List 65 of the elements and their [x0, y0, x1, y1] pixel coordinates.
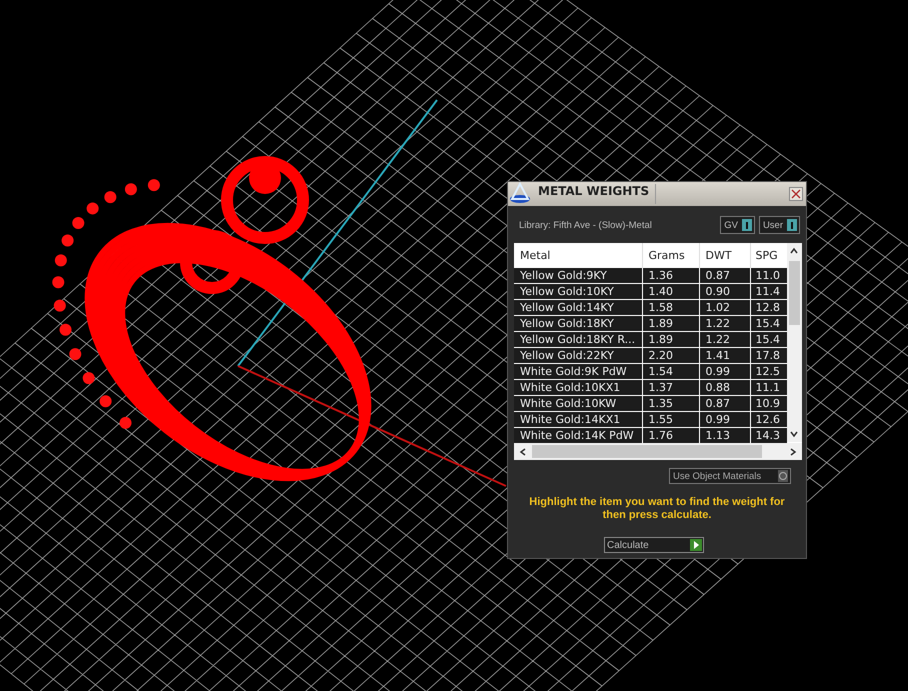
scroll-right-icon[interactable] — [788, 447, 798, 457]
table-cell: 0.99 — [699, 364, 750, 380]
table-cell: 1.41 — [699, 348, 750, 364]
table-cell: 1.37 — [642, 380, 699, 396]
table-cell: 1.36 — [642, 268, 699, 284]
table-cell: Yellow Gold:18KY — [514, 316, 642, 332]
table-cell: 12.6 — [750, 412, 787, 428]
table-cell: 1.35 — [642, 396, 699, 412]
column-header[interactable]: DWT — [699, 243, 750, 268]
table-cell: Yellow Gold:10KY — [514, 284, 642, 300]
table-cell: White Gold:10KX1 — [514, 380, 642, 396]
table-cell: 1.55 — [642, 412, 699, 428]
vertical-scrollbar[interactable] — [787, 243, 802, 442]
play-icon — [692, 541, 700, 549]
table-cell: 10.9 — [750, 396, 787, 412]
table-cell: 1.54 — [642, 364, 699, 380]
horizontal-scrollbar[interactable] — [514, 443, 802, 460]
table-cell: 12.8 — [750, 300, 787, 316]
table-cell: Yellow Gold:18KY R... — [514, 332, 642, 348]
close-button[interactable] — [789, 187, 803, 201]
table-cell: White Gold:14K PdW — [514, 428, 642, 444]
table-cell: 2.20 — [642, 348, 699, 364]
column-header[interactable]: Grams — [642, 243, 699, 268]
logo-icon — [508, 182, 532, 204]
toggle-button[interactable]: User — [758, 216, 800, 234]
scrollbar-thumb[interactable] — [532, 445, 762, 458]
table-cell: White Gold:10KW — [514, 396, 642, 412]
table-cell: 0.90 — [699, 284, 750, 300]
table-cell: 1.89 — [642, 316, 699, 332]
table-cell: 1.89 — [642, 332, 699, 348]
table-cell: Yellow Gold:22KY — [514, 348, 642, 364]
table-cell: Yellow Gold:14KY — [514, 300, 642, 316]
table-cell: 17.8 — [750, 348, 787, 364]
scrollbar-thumb[interactable] — [789, 261, 800, 325]
table-cell: 15.4 — [750, 332, 787, 348]
table-cell: 0.99 — [699, 412, 750, 428]
scroll-left-icon[interactable] — [518, 447, 528, 457]
window-title: METAL WEIGHTS — [534, 184, 656, 204]
calculate-button[interactable]: Calculate — [604, 537, 704, 553]
table-cell: White Gold:9K PdW — [514, 364, 642, 380]
scroll-down-icon[interactable] — [789, 429, 799, 439]
table-cell: 11.0 — [750, 268, 787, 284]
table-cell: 12.5 — [750, 364, 787, 380]
table-cell: 11.1 — [750, 380, 787, 396]
table-cell: 1.02 — [699, 300, 750, 316]
table-cell: White Gold:14KX1 — [514, 412, 642, 428]
toggle-button[interactable]: Use Object Materials — [669, 468, 791, 484]
close-icon — [791, 189, 801, 199]
table-cell: 14.3 — [750, 428, 787, 444]
table-cell: 0.88 — [699, 380, 750, 396]
table-cell: 11.4 — [750, 284, 787, 300]
table-cell: 15.4 — [750, 316, 787, 332]
table-cell: 1.40 — [642, 284, 699, 300]
table-cell: 1.13 — [699, 428, 750, 444]
table-cell: 1.76 — [642, 428, 699, 444]
library-label: Library: Fifth Ave - (Slow)-Metal — [519, 220, 652, 230]
toggle-button[interactable]: GV — [720, 216, 755, 234]
table-cell: 1.58 — [642, 300, 699, 316]
table-cell: Yellow Gold:9KY — [514, 268, 642, 284]
table-cell: 1.22 — [699, 332, 750, 348]
table-cell: 1.22 — [699, 316, 750, 332]
scroll-up-icon[interactable] — [789, 246, 799, 256]
table-cell: 0.87 — [699, 396, 750, 412]
instruction-text: Highlight the item you want to find the weight for then press calculate. — [528, 496, 786, 522]
table-cell: 0.87 — [699, 268, 750, 284]
